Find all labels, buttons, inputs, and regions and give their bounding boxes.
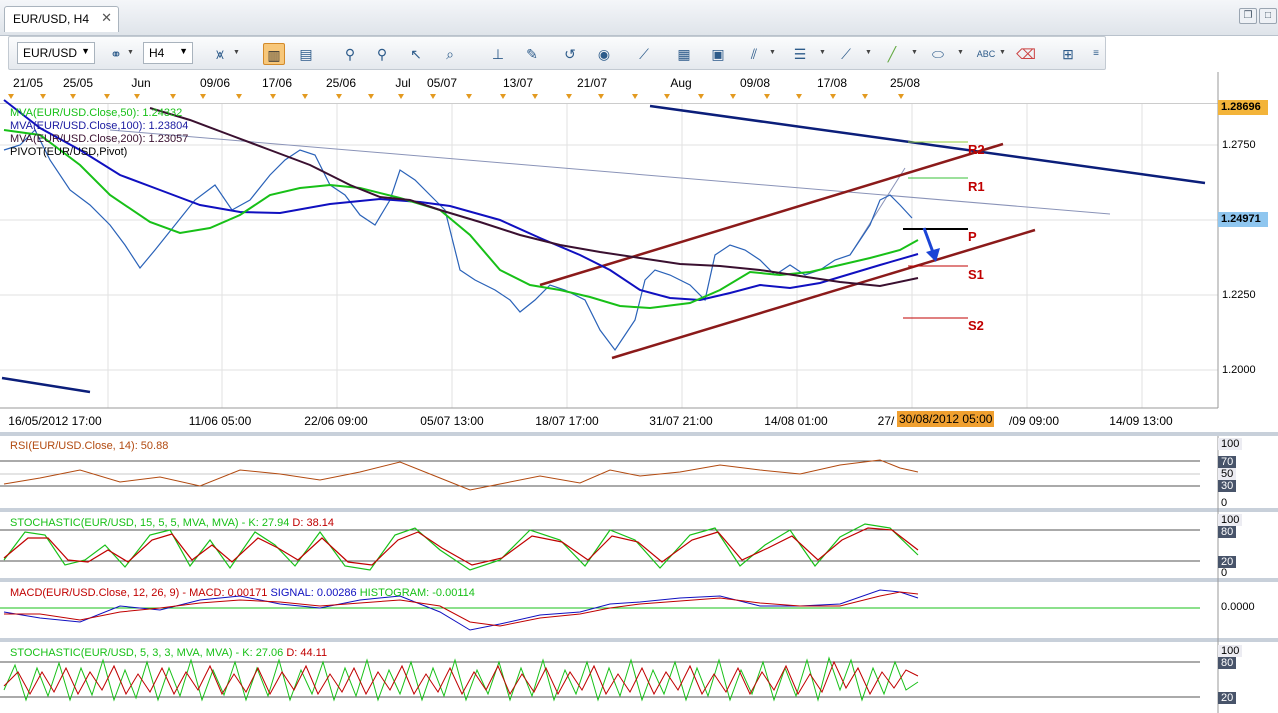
stoch2-legend-name: STOCHASTIC(EUR/USD, 5, 3, 3, MVA, MVA) -: [10, 647, 243, 659]
s2-label: S2: [968, 318, 984, 333]
stoch1-legend-name: STOCHASTIC(EUR/USD, 15, 5, 5, MVA, MVA) …: [10, 517, 249, 529]
stoch2-d: [3, 660, 919, 696]
high-price-box: 1.28696: [1218, 100, 1268, 115]
stoch2-legend-k: K: 27.06: [242, 647, 284, 659]
stoch1-legend: STOCHASTIC(EUR/USD, 15, 5, 5, MVA, MVA) …: [10, 517, 334, 529]
price-tick: 1.2000: [1222, 364, 1256, 376]
stoch2-legend: STOCHASTIC(EUR/USD, 5, 3, 3, MVA, MVA) -…: [10, 647, 327, 659]
macd-legend: MACD(EUR/USD.Close, 12, 26, 9) - MACD: 0…: [10, 587, 475, 599]
rsi-level: 30: [1218, 480, 1237, 492]
p-label: P: [968, 229, 977, 244]
ma100-legend: MVA(EUR/USD.Close,100): 1.23804: [10, 120, 189, 132]
stoch1-legend-d: D: 38.14: [292, 517, 335, 529]
rsi-level: 0: [1221, 497, 1228, 509]
stoch2-level: 100: [1218, 645, 1243, 657]
macd-legend-macd: MACD: 0.00171: [189, 587, 268, 599]
channel-upper: [539, 142, 1004, 287]
time-label: /09 09:00: [1008, 414, 1060, 428]
panel-separator: [0, 638, 1278, 642]
r2-label: R2: [968, 142, 985, 157]
chart-canvas[interactable]: [0, 0, 1278, 713]
price-tick: 1.2250: [1222, 289, 1256, 301]
rsi-level: 50: [1218, 468, 1237, 480]
panel-separator: [0, 578, 1278, 582]
macd-legend-signal: SIGNAL: 0.00286: [270, 587, 357, 599]
pivot-legend: PIVOT(EUR/USD,Pivot): [10, 146, 128, 158]
ma200-legend: MVA(EUR/USD.Close,200): 1.23057: [10, 133, 189, 145]
time-label: 18/07 17:00: [535, 414, 599, 428]
time-label: 11/06 05:00: [188, 414, 252, 428]
time-label: 27/: [877, 414, 895, 428]
time-cursor-box: 30/08/2012 05:00: [897, 411, 995, 427]
lower-left-trendline: [1, 376, 91, 394]
time-label: 14/08 01:00: [764, 414, 828, 428]
stoch1-k: [3, 523, 919, 571]
rsi-level: 70: [1218, 456, 1237, 468]
stoch1-level: 100: [1218, 514, 1243, 526]
ma50-legend: MVA(EUR/USD.Close,50): 1.24332: [10, 107, 183, 119]
stoch1-level: 80: [1218, 526, 1237, 538]
s1-label: S1: [968, 267, 984, 282]
time-label: 22/06 09:00: [304, 414, 368, 428]
stoch1-legend-k: K: 27.94: [248, 517, 290, 529]
r1-label: R1: [968, 179, 985, 194]
macd-legend-histogram: HISTOGRAM: -0.00114: [359, 587, 475, 599]
channel-lower: [611, 228, 1036, 360]
stoch2-level: 20: [1218, 692, 1237, 704]
stoch2-legend-d: D: 44.11: [286, 647, 328, 659]
time-label: 31/07 21:00: [649, 414, 713, 428]
current-price-box: 1.24971: [1218, 212, 1268, 227]
rsi-legend: RSI(EUR/USD.Close, 14): 50.88: [10, 440, 169, 452]
time-label: 16/05/2012 17:00: [8, 414, 102, 428]
time-label: 05/07 13:00: [420, 414, 484, 428]
price-tick: 1.2750: [1222, 139, 1256, 151]
price-series: [3, 128, 913, 352]
event-markers: [8, 94, 904, 99]
stoch1-level: 0: [1221, 567, 1228, 579]
rsi-level: 100: [1218, 438, 1243, 450]
ma50-line: [3, 129, 919, 310]
panel-separator: [0, 508, 1278, 512]
stoch2-level: 80: [1218, 657, 1237, 669]
macd-zero-label: 0.0000: [1221, 601, 1255, 613]
macd-legend-name: MACD(EUR/USD.Close, 12, 26, 9) -: [10, 587, 190, 599]
time-label: 14/09 13:00: [1109, 414, 1173, 428]
main-grid: [0, 104, 1218, 408]
panel-separator: [0, 432, 1278, 436]
